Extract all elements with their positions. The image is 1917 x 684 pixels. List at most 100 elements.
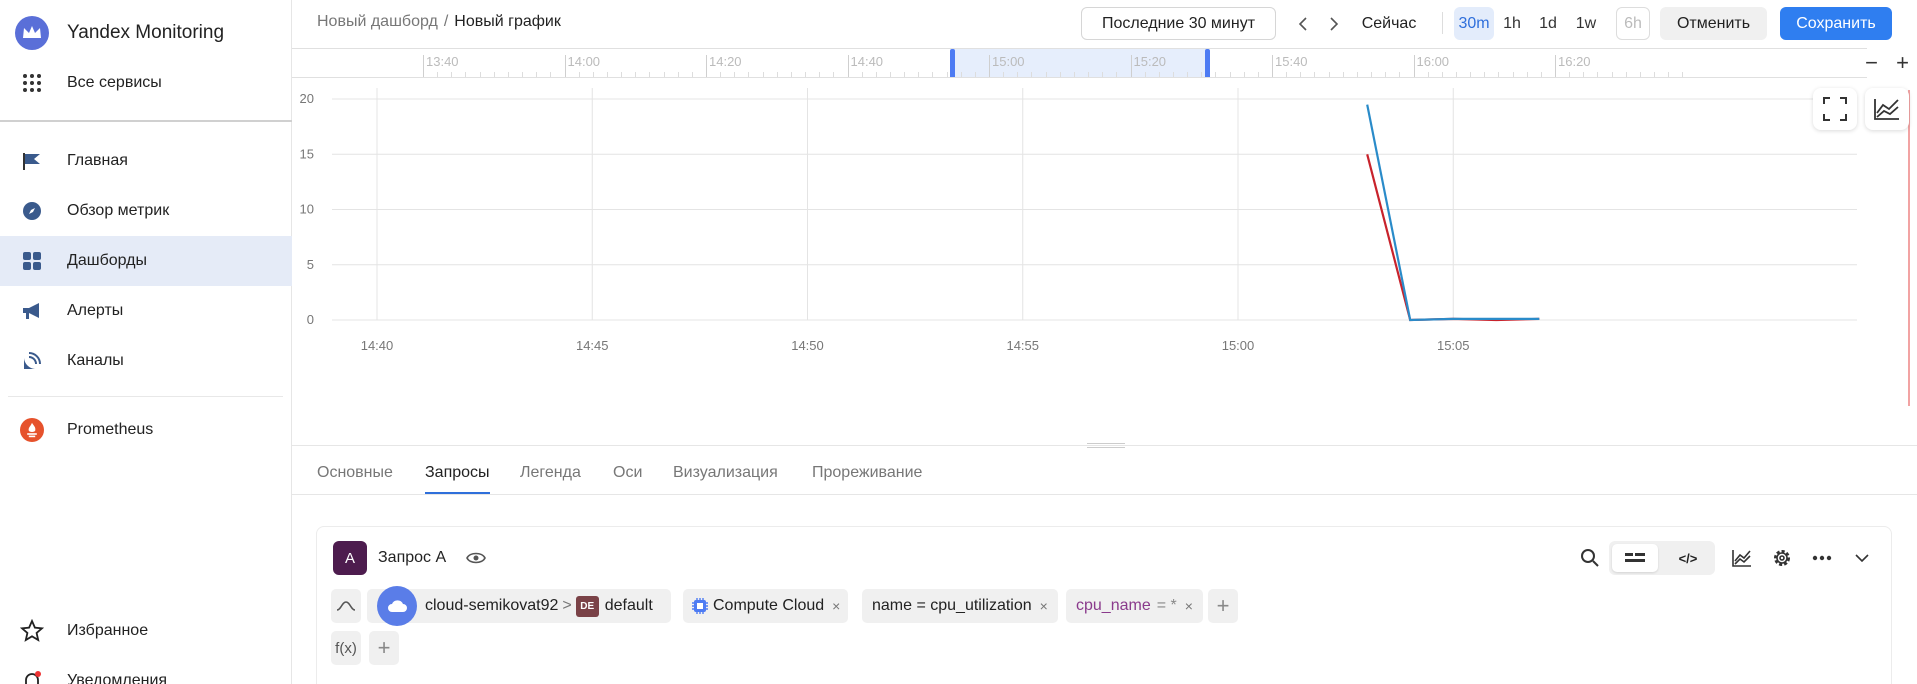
folder-selector[interactable]: cloud-semikovat92 > DE default bbox=[367, 586, 671, 626]
breadcrumb: Новый дашборд / Новый график bbox=[317, 13, 561, 31]
timeline-minor-tick bbox=[1300, 72, 1302, 77]
search-icon bbox=[1581, 549, 1599, 567]
name-filter-chip[interactable]: name = cpu_utilization × bbox=[862, 589, 1058, 623]
visual-mode-button[interactable] bbox=[1612, 544, 1658, 572]
timeline-handle-left[interactable] bbox=[950, 49, 955, 77]
time-button-1d[interactable]: 1d bbox=[1528, 7, 1568, 40]
timeline-minor-tick bbox=[649, 72, 651, 77]
remove-filter-button[interactable]: × bbox=[832, 598, 840, 614]
sidebar-item-favorites[interactable]: Избранное bbox=[0, 606, 292, 656]
query-type-button[interactable] bbox=[331, 589, 361, 623]
query-mode-switch[interactable]: </> bbox=[1609, 541, 1715, 575]
search-button[interactable] bbox=[1574, 542, 1606, 574]
service-filter-chip[interactable]: Compute Cloud × bbox=[683, 589, 849, 623]
time-button-1h[interactable]: 1h bbox=[1492, 7, 1532, 40]
query-chart-button[interactable] bbox=[1726, 542, 1758, 574]
timeline-minor-tick bbox=[1455, 72, 1457, 77]
timeline-minor-tick bbox=[889, 72, 891, 77]
zoom-out-button[interactable]: − bbox=[1859, 48, 1884, 78]
timeline-tick bbox=[423, 55, 424, 77]
x-tick-label: 14:45 bbox=[576, 338, 609, 353]
gear-icon bbox=[1774, 550, 1790, 566]
timeline-minor-tick bbox=[819, 72, 821, 77]
x-tick-label: 15:05 bbox=[1437, 338, 1470, 353]
visibility-toggle[interactable] bbox=[465, 547, 487, 569]
now-button[interactable]: Сейчас bbox=[1354, 7, 1424, 40]
timeline-minor-tick bbox=[1073, 72, 1075, 77]
query-title[interactable]: Запрос A bbox=[378, 549, 446, 567]
timeline-minor-tick bbox=[1611, 72, 1613, 77]
timeline-minor-tick bbox=[1470, 72, 1472, 77]
timeline-minor-tick bbox=[451, 72, 453, 77]
all-services-button[interactable]: Все сервисы bbox=[0, 58, 292, 108]
tab-basic[interactable]: Основные bbox=[317, 464, 393, 492]
save-button[interactable]: Сохранить bbox=[1780, 7, 1892, 40]
sidebar-item-channels[interactable]: Каналы bbox=[0, 336, 292, 386]
timeline-minor-tick bbox=[1342, 72, 1344, 77]
timeline-tick-label: 15:40 bbox=[1275, 54, 1308, 69]
timeline-minor-tick bbox=[1498, 72, 1500, 77]
query-badge: A bbox=[333, 541, 367, 575]
timeline-minor-tick bbox=[536, 72, 538, 77]
sidebar-item-notifications[interactable]: Уведомления bbox=[0, 656, 292, 684]
star-icon bbox=[20, 619, 44, 643]
time-range-button[interactable]: Последние 30 минут bbox=[1081, 7, 1276, 40]
zoom-in-button[interactable]: + bbox=[1890, 48, 1915, 78]
code-mode-button[interactable]: </> bbox=[1665, 544, 1711, 572]
timeline-minor-tick bbox=[776, 72, 778, 77]
timeline-minor-tick bbox=[1682, 72, 1684, 77]
label-operator: = * bbox=[1156, 597, 1177, 614]
app-name: Yandex Monitoring bbox=[67, 22, 225, 43]
collapse-button[interactable] bbox=[1846, 542, 1878, 574]
label-filter-chip[interactable]: cpu_name = * × bbox=[1066, 589, 1203, 623]
sidebar-item-alerts[interactable]: Алерты bbox=[0, 286, 292, 336]
sidebar-item-prometheus[interactable]: Prometheus bbox=[0, 405, 292, 455]
prev-range-button[interactable] bbox=[1291, 7, 1315, 40]
sidebar-item-home[interactable]: Главная bbox=[0, 136, 292, 186]
timeline-minor-tick bbox=[578, 72, 580, 77]
y-tick-label: 15 bbox=[300, 146, 314, 161]
timeline-minor-tick bbox=[1229, 72, 1231, 77]
cancel-button[interactable]: Отменить bbox=[1660, 7, 1767, 40]
timeline-handle-right[interactable] bbox=[1205, 49, 1210, 77]
query-settings-button[interactable] bbox=[1766, 542, 1798, 574]
tab-legend[interactable]: Легенда bbox=[520, 464, 581, 492]
tab-queries[interactable]: Запросы bbox=[425, 464, 490, 494]
chart-type-button[interactable] bbox=[1865, 88, 1909, 130]
sidebar-item-metrics[interactable]: Обзор метрик bbox=[0, 186, 292, 236]
more-button[interactable] bbox=[1806, 542, 1838, 574]
compass-icon bbox=[20, 199, 44, 223]
tab-visualization[interactable]: Визуализация bbox=[673, 464, 778, 492]
timeline-minor-tick bbox=[1484, 72, 1486, 77]
timeline-minor-tick bbox=[621, 72, 623, 77]
timeline-minor-tick bbox=[677, 72, 679, 77]
add-filter-button[interactable]: + bbox=[1208, 589, 1238, 623]
fullscreen-button[interactable] bbox=[1813, 88, 1857, 130]
timeline-navigator[interactable]: 13:40 14:00 14:20 14:40 15:00 15:20 15:40 16:00… bbox=[292, 48, 1867, 78]
breadcrumb-current: Новый график bbox=[454, 13, 561, 30]
line-chart-icon bbox=[1732, 550, 1751, 567]
breadcrumb-parent[interactable]: Новый дашборд bbox=[317, 13, 438, 30]
remove-filter-button[interactable]: × bbox=[1040, 598, 1048, 614]
add-function-button[interactable]: + bbox=[369, 631, 399, 665]
timeline-minor-tick bbox=[1639, 72, 1641, 77]
sidebar-item-label: Алерты bbox=[67, 302, 124, 319]
remove-filter-button[interactable]: × bbox=[1185, 598, 1193, 614]
time-button-30m[interactable]: 30m bbox=[1454, 7, 1494, 40]
timeline-minor-tick bbox=[790, 72, 792, 77]
x-tick-label: 14:55 bbox=[1006, 338, 1039, 353]
brand[interactable]: Yandex Monitoring bbox=[0, 12, 292, 54]
timeline-tick-label: 14:40 bbox=[850, 54, 884, 69]
timeline-tick-label: 15:00 bbox=[992, 54, 1025, 69]
function-button[interactable]: f(x) bbox=[331, 631, 361, 665]
tab-downsampling[interactable]: Прореживание bbox=[812, 464, 922, 492]
sidebar-item-dashboards[interactable]: Дашборды bbox=[0, 236, 292, 286]
time-button-1w[interactable]: 1w bbox=[1566, 7, 1606, 40]
timeline-minor-tick bbox=[1045, 72, 1047, 77]
next-range-button[interactable] bbox=[1322, 7, 1346, 40]
tab-axes[interactable]: Оси bbox=[613, 464, 642, 492]
timeline-minor-tick bbox=[1314, 72, 1316, 77]
satellite-icon bbox=[20, 349, 44, 373]
timeline-minor-tick bbox=[1597, 72, 1599, 77]
timeline-tick bbox=[1413, 55, 1415, 77]
